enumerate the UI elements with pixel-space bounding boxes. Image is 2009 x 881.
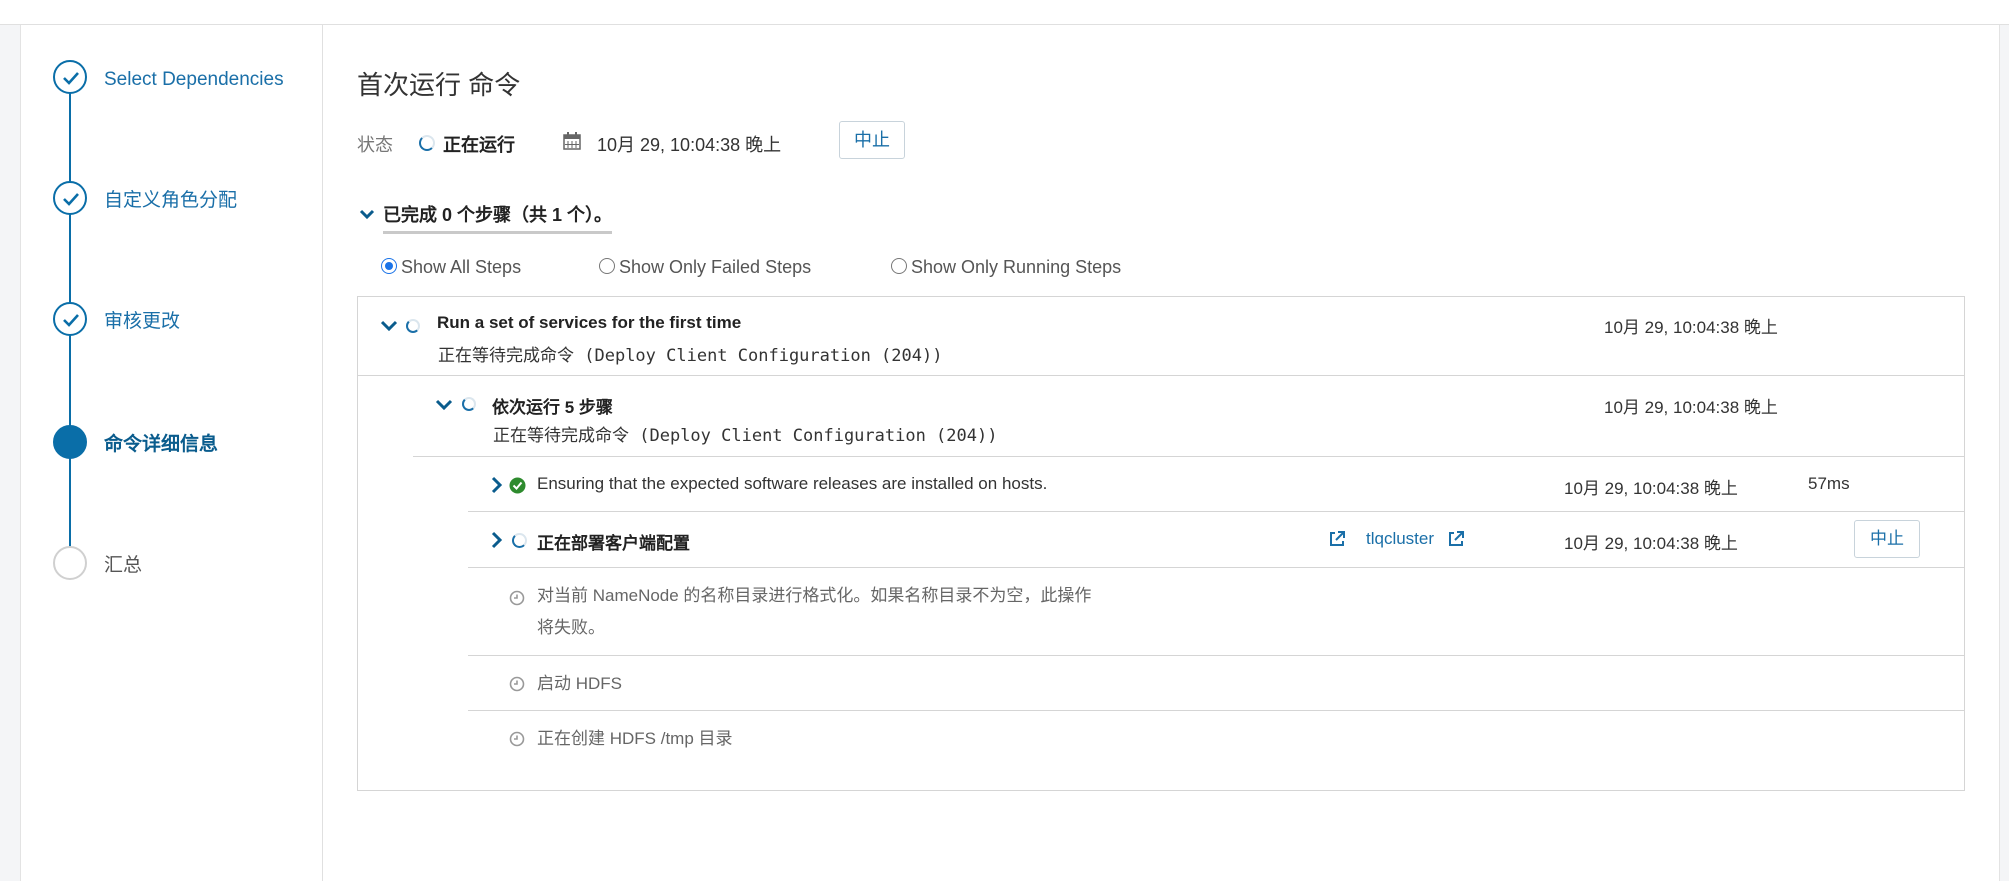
wizard-step-label: 审核更改 bbox=[104, 311, 181, 332]
external-link-icon[interactable] bbox=[1328, 530, 1346, 548]
step-filters: Show All Steps Show Only Failed Steps Sh… bbox=[381, 257, 1381, 287]
pending-step-icon bbox=[53, 546, 87, 580]
wizard-sidebar: Select Dependencies 自定义角色分配 审核更改 命令详细信息 … bbox=[21, 25, 323, 881]
step-time: 10月 29, 10:04:38 晚上 bbox=[1604, 398, 1778, 417]
wizard-step-label: 命令详细信息 bbox=[104, 434, 219, 455]
step-time: 10月 29, 10:04:38 晚上 bbox=[1564, 534, 1738, 553]
step-row-root[interactable]: Run a set of services for the first time… bbox=[358, 297, 1964, 376]
steps-summary: 已完成 0 个步骤（共 1 个）。 bbox=[383, 201, 613, 234]
status-row: 状态 正在运行 10月 29, 10:04:38 晚上 中止 bbox=[357, 121, 1257, 161]
step-subtitle: 正在等待完成命令 (Deploy Client Configuration (2… bbox=[438, 346, 943, 366]
status-text: 正在运行 bbox=[443, 135, 515, 155]
calendar-icon bbox=[563, 132, 581, 155]
step-row-sequence[interactable]: 依次运行 5 步骤 正在等待完成命令 (Deploy Client Config… bbox=[413, 377, 1964, 457]
check-icon bbox=[53, 60, 87, 94]
active-step-icon bbox=[53, 425, 87, 459]
chevron-right-icon[interactable] bbox=[491, 531, 503, 549]
step-row-deploy-client-config[interactable]: 正在部署客户端配置 tlqcluster 10月 29, 10:04:38 晚上… bbox=[468, 513, 1964, 568]
step-title: 依次运行 5 步骤 bbox=[492, 398, 613, 417]
top-bar bbox=[0, 0, 2009, 25]
radio-selected bbox=[381, 258, 397, 274]
filter-all-steps[interactable]: Show All Steps bbox=[381, 257, 521, 278]
step-title: 对当前 NameNode 的名称目录进行格式化。如果名称目录不为空，此操作将失败… bbox=[537, 586, 1092, 637]
spinner-icon bbox=[462, 397, 476, 411]
steps-tree: Run a set of services for the first time… bbox=[357, 296, 1965, 791]
step-row-pending[interactable]: 启动 HDFS bbox=[468, 657, 1964, 711]
step-title: Run a set of services for the first time bbox=[437, 313, 742, 332]
step-title: Ensuring that the expected software rele… bbox=[537, 474, 1048, 493]
step-time: 10月 29, 10:04:38 晚上 bbox=[1604, 318, 1778, 337]
wizard-panel: Select Dependencies 自定义角色分配 审核更改 命令详细信息 … bbox=[20, 25, 2000, 881]
cluster-link[interactable]: tlqcluster bbox=[1366, 529, 1434, 549]
radio-unselected bbox=[599, 258, 615, 274]
step-row-ensure-releases[interactable]: Ensuring that the expected software rele… bbox=[468, 458, 1964, 512]
step-subtitle: 正在等待完成命令 (Deploy Client Configuration (2… bbox=[493, 426, 998, 446]
abort-button[interactable]: 中止 bbox=[839, 121, 905, 159]
check-icon bbox=[53, 181, 87, 215]
chevron-right-icon[interactable] bbox=[491, 476, 503, 494]
step-duration: 57ms bbox=[1808, 474, 1850, 493]
step-title: 启动 HDFS bbox=[537, 674, 622, 693]
wizard-step-label: 汇总 bbox=[104, 555, 143, 576]
page-title: 首次运行 命令 bbox=[357, 70, 521, 100]
status-time: 10月 29, 10:04:38 晚上 bbox=[597, 135, 782, 155]
spinner-icon bbox=[419, 135, 435, 151]
success-check-icon bbox=[509, 477, 526, 494]
status-label: 状态 bbox=[357, 135, 393, 155]
chevron-down-icon[interactable] bbox=[435, 399, 453, 411]
chevron-down-icon bbox=[359, 209, 375, 220]
steps-summary-toggle[interactable]: 已完成 0 个步骤（共 1 个）。 bbox=[357, 197, 657, 234]
clock-icon bbox=[509, 676, 525, 692]
step-title: 正在创建 HDFS /tmp 目录 bbox=[537, 729, 733, 748]
step-title: 正在部署客户端配置 bbox=[537, 534, 690, 553]
external-link-icon[interactable] bbox=[1447, 530, 1465, 548]
clock-icon bbox=[509, 590, 525, 606]
step-row-pending[interactable]: 对当前 NameNode 的名称目录进行格式化。如果名称目录不为空，此操作将失败… bbox=[468, 569, 1964, 656]
chevron-down-icon[interactable] bbox=[380, 320, 398, 332]
step-time: 10月 29, 10:04:38 晚上 bbox=[1564, 479, 1738, 498]
abort-step-button[interactable]: 中止 bbox=[1854, 520, 1920, 558]
wizard-step-label: 自定义角色分配 bbox=[104, 190, 238, 211]
radio-unselected bbox=[891, 258, 907, 274]
check-icon bbox=[53, 302, 87, 336]
wizard-step-label: Select Dependencies bbox=[104, 69, 284, 90]
clock-icon bbox=[509, 731, 525, 747]
filter-running-steps[interactable]: Show Only Running Steps bbox=[891, 257, 1121, 278]
filter-failed-steps[interactable]: Show Only Failed Steps bbox=[599, 257, 811, 278]
spinner-icon bbox=[406, 319, 420, 333]
spinner-icon bbox=[512, 533, 527, 548]
step-row-pending[interactable]: 正在创建 HDFS /tmp 目录 bbox=[468, 712, 1964, 766]
